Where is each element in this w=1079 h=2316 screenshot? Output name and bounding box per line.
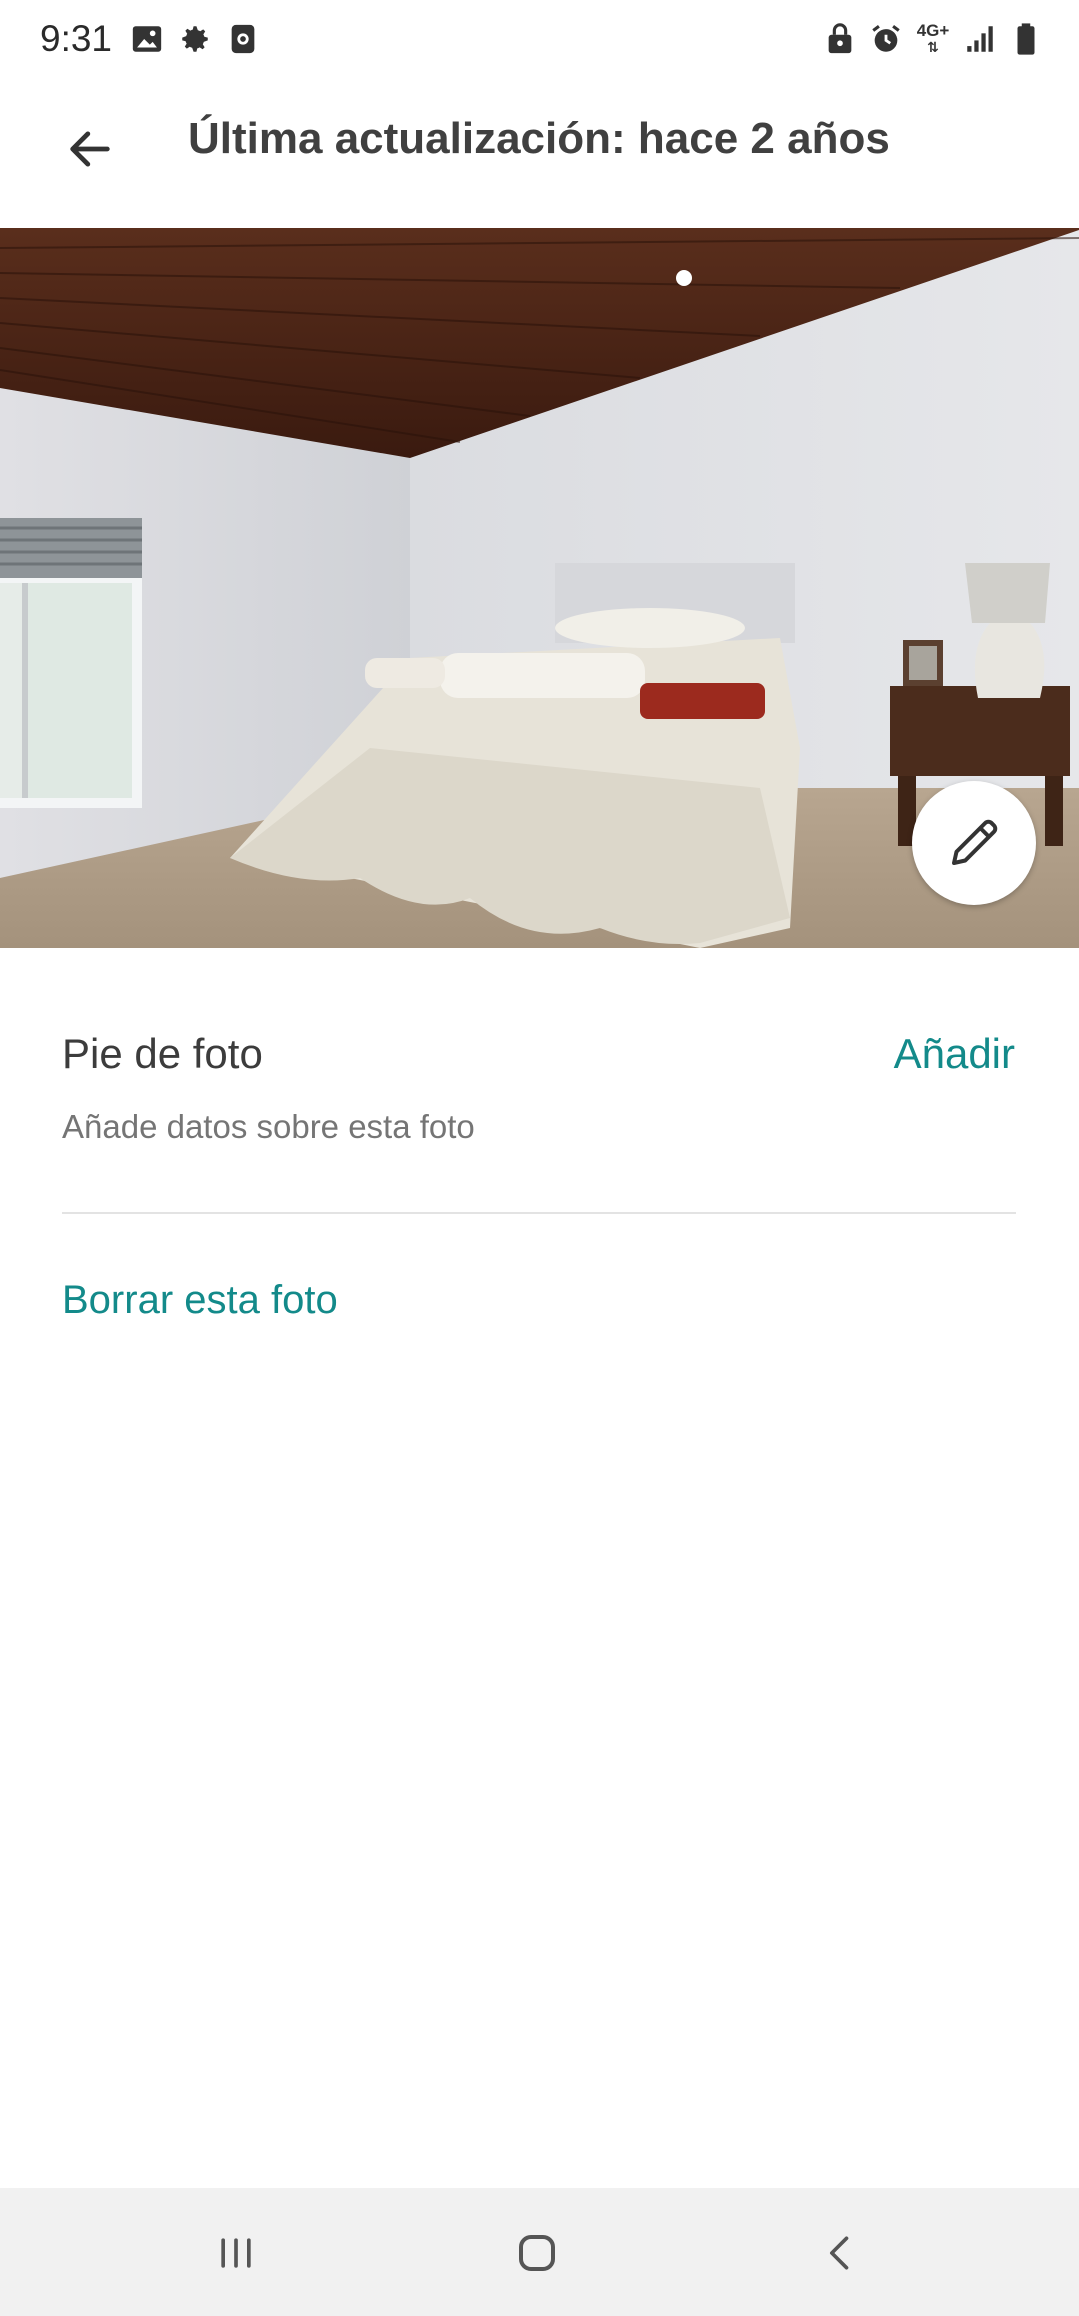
page-title: Última actualización: hace 2 años — [188, 114, 890, 163]
back-chevron-icon — [830, 2236, 849, 2270]
signal-icon — [967, 26, 993, 52]
home-icon — [519, 2235, 555, 2271]
recents-button[interactable] — [196, 2218, 276, 2288]
status-left-icons — [130, 22, 260, 56]
home-button[interactable] — [497, 2218, 577, 2288]
edit-photo-button[interactable] — [912, 781, 1036, 905]
network-label: 4G+ — [916, 21, 950, 40]
screen-record-icon — [231, 24, 255, 54]
network-4g-icon: 4G+ ⇅ — [916, 21, 950, 55]
divider — [62, 1212, 1016, 1214]
image-icon — [132, 26, 162, 52]
alarm-icon — [872, 25, 900, 52]
gear-icon — [182, 26, 208, 52]
add-caption-button[interactable]: Añadir — [894, 1030, 1015, 1078]
lock-icon — [828, 23, 852, 54]
battery-icon — [1017, 23, 1035, 55]
caption-title: Pie de foto — [62, 1030, 263, 1077]
caption-hint: Añade datos sobre esta foto — [62, 1108, 475, 1145]
recents-icon — [221, 2238, 251, 2268]
pencil-icon — [952, 819, 998, 865]
delete-photo-button[interactable]: Borrar esta foto — [62, 1278, 338, 1323]
back-button[interactable] — [50, 109, 130, 189]
status-right-icons: 4G+ ⇅ — [823, 22, 1043, 56]
app-bar: Última actualización: hace 2 años — [0, 84, 1079, 230]
status-time: 9:31 — [40, 18, 113, 59]
system-back-button[interactable] — [801, 2218, 881, 2288]
arrow-left-icon — [70, 131, 110, 167]
status-bar: 9:31 4G+ ⇅ — [0, 0, 1079, 84]
system-nav-bar — [0, 2188, 1079, 2316]
